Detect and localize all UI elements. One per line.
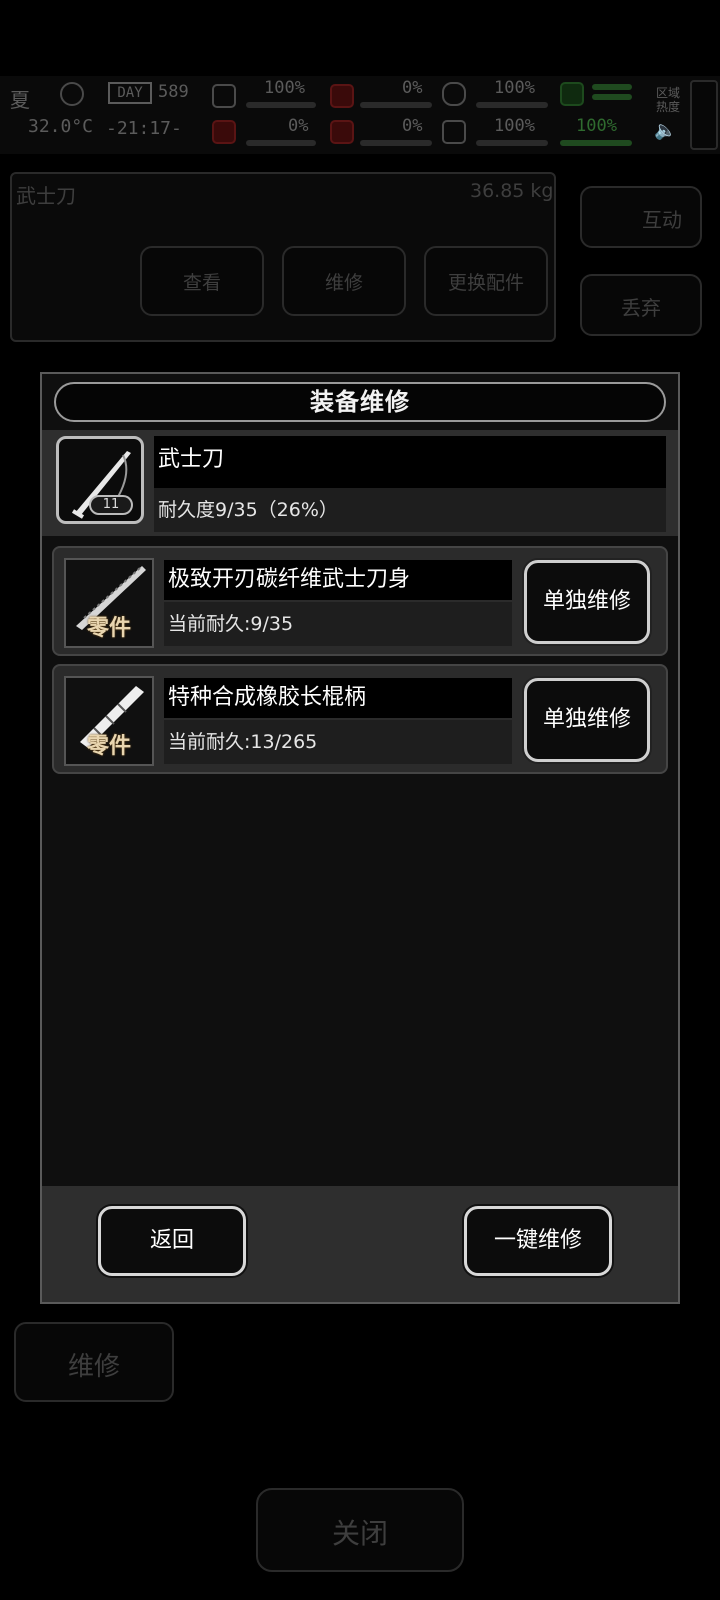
repair-part-button[interactable]: 单独维修 bbox=[524, 678, 650, 762]
bg-swap-parts-label: 更换配件 bbox=[447, 272, 524, 294]
bg-view-button[interactable]: 查看 bbox=[140, 246, 264, 316]
bg-repair-side-label: 维修 bbox=[67, 1352, 120, 1382]
heart-icon bbox=[442, 120, 466, 144]
clock-readout: -21:17- bbox=[106, 118, 182, 139]
status-hud: 夏 32.0°C DAY 589 -21:17- 100% 0% 0% 0% 1… bbox=[0, 76, 720, 154]
mood-bar bbox=[476, 140, 548, 146]
bg-item-weight: 36.85 kg bbox=[470, 180, 554, 202]
part-tag: 零件 bbox=[86, 734, 131, 759]
region-heat-label: 区域热度 bbox=[656, 86, 681, 114]
bg-discard-label: 丢弃 bbox=[621, 296, 661, 320]
stomach-icon bbox=[330, 84, 354, 108]
part-tag: 零件 bbox=[86, 616, 131, 641]
shield-icon bbox=[442, 82, 466, 106]
moon-icon bbox=[60, 82, 84, 106]
bg-repair-side-button[interactable]: 维修 bbox=[14, 1322, 174, 1402]
bg-interact-button[interactable]: 互动 bbox=[580, 186, 702, 248]
thirst-stat: 0% bbox=[402, 116, 423, 136]
mood-stat: 100% bbox=[494, 116, 535, 136]
repair-part-button[interactable]: 单独维修 bbox=[524, 560, 650, 644]
bg-view-label: 查看 bbox=[182, 272, 221, 294]
bleed-stat: 0% bbox=[288, 116, 309, 136]
dialog-footer: 返回 一键维修 bbox=[42, 1186, 678, 1302]
repair-dialog: 装备维修 11 武士刀 耐久度9/35（26%） 零件 极致开刃碳纤维武士刀身 … bbox=[40, 372, 680, 1304]
repair-all-button[interactable]: 一键维修 bbox=[464, 1206, 612, 1276]
equipment-summary: 11 武士刀 耐久度9/35（26%） bbox=[42, 430, 678, 536]
blade-part-icon: 零件 bbox=[64, 558, 154, 648]
speaker-icon[interactable]: 🔈 bbox=[654, 120, 678, 144]
health-bar bbox=[246, 102, 316, 108]
bg-interact-label: 互动 bbox=[642, 208, 682, 232]
stamina-lines-1 bbox=[592, 84, 632, 90]
katana-icon: 11 bbox=[56, 436, 144, 524]
blood-icon bbox=[212, 120, 236, 144]
part-row: 零件 极致开刃碳纤维武士刀身 当前耐久:9/35 单独维修 bbox=[52, 546, 668, 656]
day-number: 589 bbox=[158, 82, 189, 102]
bg-discard-button[interactable]: 丢弃 bbox=[580, 274, 702, 336]
bg-close-label: 关闭 bbox=[331, 1517, 388, 1550]
stamina-bar bbox=[560, 140, 632, 146]
bleed-bar bbox=[246, 140, 316, 146]
handle-part-icon: 零件 bbox=[64, 676, 154, 766]
bg-repair-label: 维修 bbox=[324, 272, 363, 294]
thirst-bar bbox=[360, 140, 432, 146]
bg-swap-parts-button[interactable]: 更换配件 bbox=[424, 246, 548, 316]
part-name: 特种合成橡胶长棍柄 bbox=[164, 678, 512, 718]
season-label: 夏 bbox=[10, 88, 30, 112]
part-durability: 当前耐久:9/35 bbox=[164, 602, 512, 646]
item-level-badge: 11 bbox=[89, 495, 133, 515]
stamina-icon bbox=[560, 82, 584, 106]
water-drop-icon bbox=[330, 120, 354, 144]
part-name: 极致开刃碳纤维武士刀身 bbox=[164, 560, 512, 600]
dialog-title: 装备维修 bbox=[54, 382, 666, 422]
part-durability: 当前耐久:13/265 bbox=[164, 720, 512, 764]
stamina-stat: 100% bbox=[576, 116, 617, 136]
side-panel-tab[interactable] bbox=[690, 80, 718, 150]
medkit-icon bbox=[212, 84, 236, 108]
day-label: DAY bbox=[108, 82, 152, 104]
hunger-stat: 0% bbox=[402, 78, 423, 98]
armor-bar bbox=[476, 102, 548, 108]
bg-item-title: 武士刀 bbox=[16, 184, 76, 208]
hunger-bar bbox=[360, 102, 432, 108]
health-stat: 100% bbox=[264, 78, 305, 98]
bg-repair-button[interactable]: 维修 bbox=[282, 246, 406, 316]
temperature-readout: 32.0°C bbox=[28, 116, 94, 137]
armor-stat: 100% bbox=[494, 78, 535, 98]
item-durability: 耐久度9/35（26%） bbox=[154, 488, 666, 532]
part-row: 零件 特种合成橡胶长棍柄 当前耐久:13/265 单独维修 bbox=[52, 664, 668, 774]
bg-close-button[interactable]: 关闭 bbox=[256, 1488, 464, 1572]
item-name: 武士刀 bbox=[154, 436, 666, 488]
back-button[interactable]: 返回 bbox=[98, 1206, 246, 1276]
stamina-lines-2 bbox=[592, 94, 632, 100]
